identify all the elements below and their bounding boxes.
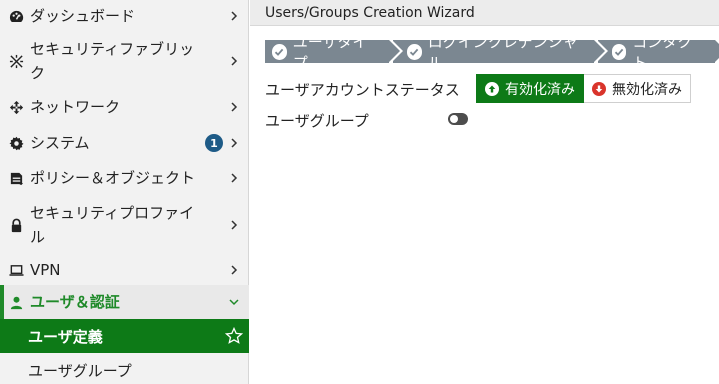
wizard-step-user-type[interactable]: ユーザタイプ: [265, 33, 404, 72]
chevron-right-icon: [231, 11, 238, 21]
lock-icon: [8, 217, 24, 233]
enabled-button[interactable]: 有効化済み: [476, 74, 584, 103]
chevron-right-icon: [231, 102, 238, 112]
chevron-right-icon: [231, 173, 238, 183]
sidebar-item-policy-objects[interactable]: ポリシー＆オブジェクト: [0, 166, 249, 190]
sidebar-item-label: ダッシュボード: [30, 7, 136, 25]
sidebar-item-label: ネットワーク: [30, 98, 121, 116]
sidebar-subitem-label: ユーザ定義: [28, 327, 103, 346]
sidebar-item-system[interactable]: システム 1: [0, 131, 249, 155]
sidebar-item-security-profiles[interactable]: セキュリティプロファイル: [0, 200, 249, 250]
laptop-icon: [8, 262, 24, 278]
sidebar-subitem-user-definition[interactable]: ユーザ定義: [0, 319, 249, 353]
sidebar-item-dashboard[interactable]: ダッシュボード: [0, 4, 249, 28]
gear-icon: [8, 135, 24, 151]
sidebar-item-vpn[interactable]: VPN: [0, 258, 249, 282]
fabric-icon: [8, 53, 24, 69]
user-icon: [8, 294, 24, 310]
enabled-label: 有効化済み: [505, 81, 575, 98]
account-status-label: ユーザアカウントステータス: [265, 81, 460, 99]
chevron-right-icon: [231, 138, 238, 148]
sidebar-subitem-user-groups[interactable]: ユーザグループ: [0, 353, 249, 384]
arrow-up-circle-icon: [485, 81, 499, 96]
sidebar-item-label: ポリシー＆オブジェクト: [30, 169, 196, 187]
user-group-label: ユーザグループ: [265, 112, 369, 130]
chevron-right-icon: [231, 220, 238, 230]
notification-badge: 1: [205, 134, 223, 152]
wizard-steps: ユーザタイプ ログインクレデンシャル コンタクト: [265, 33, 719, 72]
dashboard-icon: [8, 8, 24, 24]
check-icon: [611, 43, 627, 60]
check-icon: [272, 43, 287, 60]
sidebar-item-network[interactable]: ネットワーク: [0, 95, 249, 119]
star-icon[interactable]: [225, 327, 243, 345]
wizard-step-label: ユーザタイプ: [292, 32, 368, 72]
sidebar-subitem-label: ユーザグループ: [28, 361, 132, 380]
sidebar: ダッシュボード セキュリティファブリック ネットワーク システム 1 ポリシー＆…: [0, 0, 249, 384]
policy-icon: [8, 170, 24, 186]
wizard-step-contact[interactable]: コンタクト: [597, 33, 719, 72]
wizard-step-label: ログインクレデンシャル: [427, 32, 578, 72]
sidebar-item-security-fabric[interactable]: セキュリティファブリック: [0, 36, 249, 86]
sidebar-item-label: システム: [30, 134, 90, 152]
sidebar-item-label: セキュリティファブリック: [30, 40, 195, 82]
wizard-step-login-credentials[interactable]: ログインクレデンシャル: [393, 33, 609, 72]
sidebar-item-user-auth[interactable]: ユーザ＆認証: [0, 285, 249, 319]
user-group-toggle[interactable]: [448, 113, 468, 125]
chevron-down-icon: [229, 299, 239, 306]
account-status-toggle-group: 有効化済み 無効化済み: [476, 74, 691, 103]
wizard-title: Users/Groups Creation Wizard: [250, 0, 719, 26]
main-panel: Users/Groups Creation Wizard ユーザタイプ ログイン…: [250, 0, 719, 384]
wizard-step-label: コンタクト: [632, 32, 693, 72]
network-icon: [8, 99, 24, 115]
sidebar-item-label: ユーザ＆認証: [30, 293, 120, 311]
disabled-button[interactable]: 無効化済み: [584, 74, 691, 103]
arrow-down-circle-icon: [592, 81, 606, 96]
sidebar-item-label: セキュリティプロファイル: [30, 204, 195, 246]
toggle-knob: [450, 115, 458, 123]
chevron-right-icon: [231, 56, 238, 66]
disabled-label: 無効化済み: [612, 81, 682, 98]
check-icon: [407, 43, 422, 60]
sidebar-item-label: VPN: [30, 261, 61, 279]
chevron-right-icon: [231, 265, 238, 275]
